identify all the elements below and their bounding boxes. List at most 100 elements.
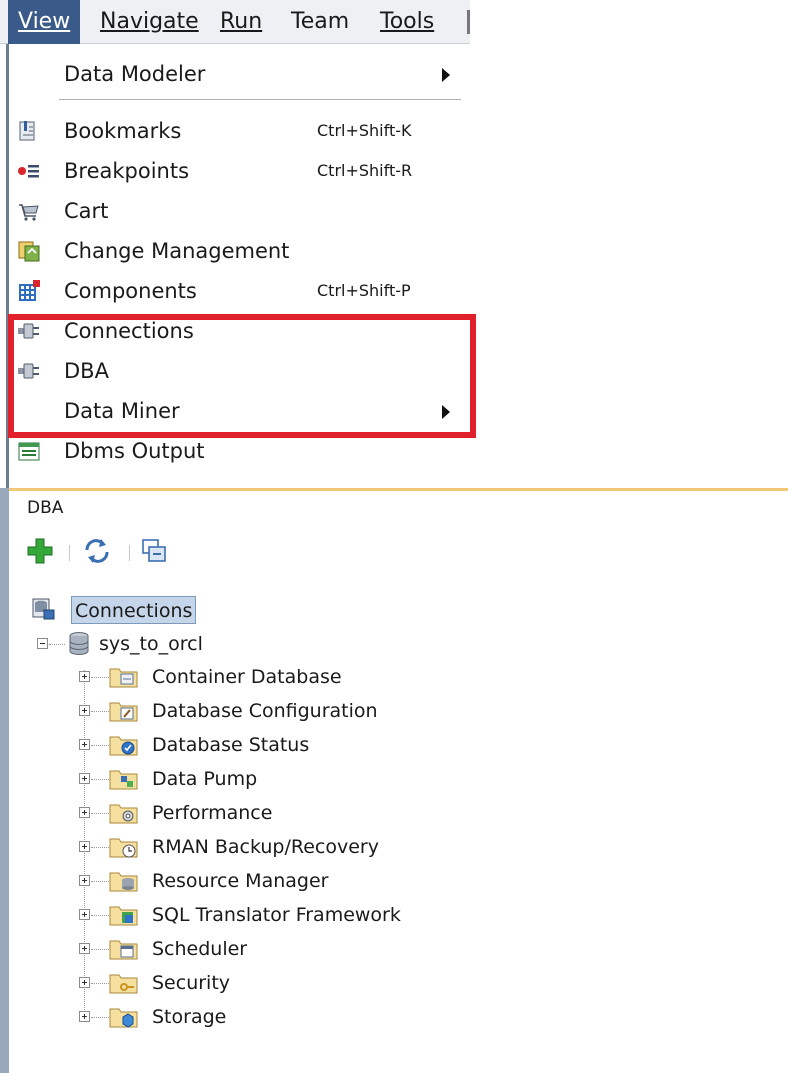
tree-node-rman-backup-recovery[interactable]: RMAN Backup/Recovery — [75, 830, 475, 864]
tree-connector — [91, 949, 109, 950]
tree-connector — [91, 711, 109, 712]
menu-item-shortcut: Ctrl+Shift-K — [317, 121, 412, 140]
expand-toggle-icon[interactable] — [79, 943, 90, 954]
folder-status-icon — [109, 733, 139, 757]
cart-icon — [17, 199, 41, 223]
menu-tools[interactable]: Tools — [380, 0, 434, 44]
tree-node-database-status[interactable]: Database Status — [75, 728, 475, 762]
collapse-all-button[interactable] — [139, 536, 173, 570]
menu-navigate-label: Navigate — [100, 9, 199, 34]
expand-toggle-icon[interactable] — [79, 841, 90, 852]
tree-node-database-configuration[interactable]: Database Configuration — [75, 694, 475, 728]
panel-title: DBA — [27, 498, 64, 518]
menu-tools-label: Tools — [380, 9, 435, 34]
add-connection-button[interactable] — [25, 536, 59, 570]
menu-item-label: Connections — [64, 319, 194, 343]
dbms-output-icon — [17, 439, 41, 463]
tree-connector — [49, 644, 65, 645]
panel-top-border — [9, 488, 788, 491]
tree-node-container-database[interactable]: Container Database — [75, 660, 475, 694]
tree-node-security[interactable]: Security — [75, 966, 475, 1000]
tree-connection-label: sys_to_orcl — [99, 633, 203, 655]
tree-connector — [91, 847, 109, 848]
tree-node-label: Scheduler — [152, 938, 248, 960]
tree-node-label: Database Configuration — [152, 700, 378, 722]
bookmarks-icon — [17, 119, 41, 143]
tree-root-label: Connections — [71, 596, 197, 624]
menu-item-label: Data Miner — [64, 399, 180, 423]
menu-item-breakpoints[interactable]: Breakpoints Ctrl+Shift-R — [9, 151, 469, 191]
tree-node-label: Security — [152, 972, 231, 994]
menu-item-bookmarks[interactable]: Bookmarks Ctrl+Shift-K — [9, 111, 469, 151]
collapse-icon — [142, 539, 166, 562]
menu-item-data-miner[interactable]: Data Miner — [9, 391, 469, 431]
tree-connector — [91, 1017, 109, 1018]
tree-root-connections[interactable]: Connections — [31, 594, 431, 626]
tree-node-storage[interactable]: Storage — [75, 1000, 475, 1034]
expand-toggle-icon[interactable] — [79, 1011, 90, 1022]
menu-item-label: Cart — [64, 199, 109, 223]
tree-node-resource-manager[interactable]: Resource Manager — [75, 864, 475, 898]
menu-item-data-modeler[interactable]: Data Modeler — [9, 54, 469, 94]
tree-connection-sys-to-orcl[interactable]: sys_to_orcl — [37, 628, 337, 660]
menu-item-shortcut: Ctrl+Shift-R — [317, 161, 413, 180]
menu-item-label: Change Management — [64, 239, 290, 263]
expand-toggle-icon[interactable] — [79, 875, 90, 886]
menu-separator — [59, 99, 461, 100]
menu-item-label: Data Modeler — [64, 62, 206, 86]
menu-item-dbms-output[interactable]: Dbms Output — [9, 431, 469, 471]
dba-panel: DBA Connections sys_to_orcl Container Da… — [0, 488, 788, 1073]
menu-item-label: DBA — [64, 359, 109, 383]
folder-security-icon — [109, 971, 139, 995]
folder-backup-icon — [109, 835, 139, 859]
menu-item-label: Components — [64, 279, 197, 303]
menubar-overflow-edge — [467, 10, 470, 34]
folder-scheduler-icon — [109, 937, 139, 961]
expand-toggle-icon[interactable] — [79, 773, 90, 784]
menu-run[interactable]: Run — [220, 0, 262, 44]
tree-node-scheduler[interactable]: Scheduler — [75, 932, 475, 966]
collapse-toggle-icon[interactable] — [37, 638, 48, 649]
tree-connector — [91, 745, 109, 746]
menu-run-label: Run — [220, 9, 263, 34]
expand-toggle-icon[interactable] — [79, 705, 90, 716]
change-management-icon — [17, 239, 41, 263]
expand-toggle-icon[interactable] — [79, 739, 90, 750]
tree-node-data-pump[interactable]: Data Pump — [75, 762, 475, 796]
menu-view[interactable]: View — [8, 0, 81, 44]
folder-performance-icon — [109, 801, 139, 825]
folder-resource-icon — [109, 869, 139, 893]
toolbar-separator — [129, 545, 130, 561]
refresh-button[interactable] — [81, 536, 115, 570]
expand-toggle-icon[interactable] — [79, 909, 90, 920]
tree-node-performance[interactable]: Performance — [75, 796, 475, 830]
menu-item-label: Dbms Output — [64, 439, 205, 463]
menu-item-dba[interactable]: DBA — [9, 351, 469, 391]
expand-toggle-icon[interactable] — [79, 807, 90, 818]
connections-folder-icon — [31, 596, 57, 622]
tree-connector — [91, 915, 109, 916]
toolbar-separator — [69, 545, 70, 561]
tree-node-sql-translator-framework[interactable]: SQL Translator Framework — [75, 898, 475, 932]
tree-connector — [91, 881, 109, 882]
tree-node-label: RMAN Backup/Recovery — [152, 836, 379, 858]
menu-navigate[interactable]: Navigate — [100, 0, 199, 44]
menu-item-components[interactable]: Components Ctrl+Shift-P — [9, 271, 469, 311]
tree-node-label: Data Pump — [152, 768, 258, 790]
tree-connector — [91, 983, 109, 984]
menu-bar: View Navigate Run Team Tools — [0, 0, 470, 44]
menu-item-label: Breakpoints — [64, 159, 190, 183]
menu-team[interactable]: Team — [291, 0, 349, 44]
components-icon — [17, 279, 41, 303]
folder-data-pump-icon — [109, 767, 139, 791]
menu-item-shortcut: Ctrl+Shift-P — [317, 281, 411, 300]
view-menu-dropdown: Data Modeler Bookmarks Ctrl+Shift-K Brea… — [6, 44, 472, 490]
expand-toggle-icon[interactable] — [79, 671, 90, 682]
menu-item-change-management[interactable]: Change Management — [9, 231, 469, 271]
tree-connector — [91, 813, 109, 814]
expand-toggle-icon[interactable] — [79, 977, 90, 988]
menu-item-connections[interactable]: Connections — [9, 311, 469, 351]
breakpoints-icon — [17, 159, 41, 183]
menu-item-cart[interactable]: Cart — [9, 191, 469, 231]
menu-team-label: Team — [291, 9, 350, 34]
